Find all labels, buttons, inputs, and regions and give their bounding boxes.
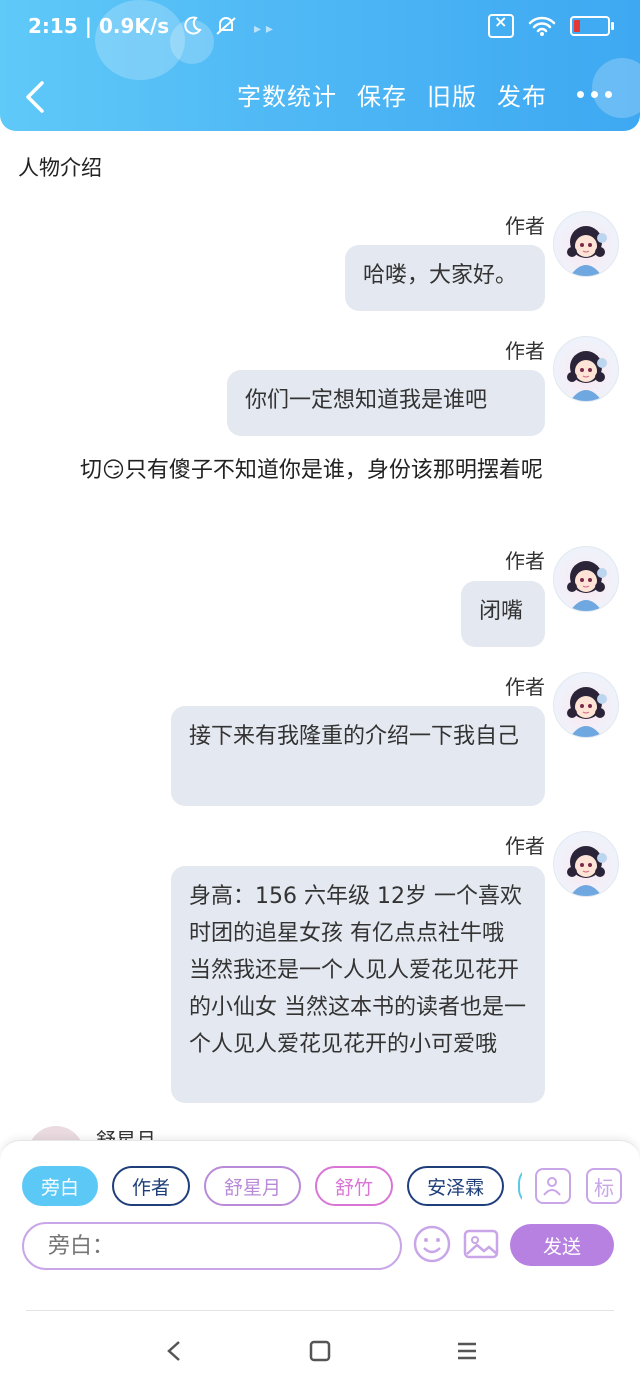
chip-more[interactable] bbox=[518, 1166, 522, 1206]
girl-avatar-icon bbox=[567, 226, 607, 276]
message-author: 作者 bbox=[505, 675, 545, 699]
app-header: 2:15 | 0.9K/s ▸ ▸ 字数统计 保存 旧版 发布 bbox=[0, 0, 640, 131]
chevron-left-icon[interactable] bbox=[22, 79, 50, 115]
status-left: 2:15 | 0.9K/s ▸ ▸ bbox=[28, 14, 273, 38]
sim-off-icon bbox=[488, 12, 514, 38]
publish-button[interactable]: 发布 bbox=[497, 77, 547, 112]
chip-an-zelin[interactable]: 安泽霖 bbox=[407, 1166, 505, 1206]
girl-avatar-icon bbox=[567, 846, 607, 896]
back-triangle-icon[interactable] bbox=[158, 1334, 192, 1368]
wifi-icon bbox=[528, 16, 556, 36]
message-author: 作者 bbox=[505, 834, 545, 858]
chip-narration[interactable]: 旁白 bbox=[22, 1166, 99, 1206]
moon-icon bbox=[184, 16, 202, 35]
chip-author[interactable]: 作者 bbox=[112, 1166, 191, 1206]
send-button[interactable]: 发送 bbox=[510, 1224, 614, 1266]
old-version-button[interactable]: 旧版 bbox=[427, 77, 477, 112]
time-and-speed: 2:15 | 0.9K/s bbox=[28, 14, 170, 38]
section-title: 人物介绍 bbox=[18, 156, 102, 180]
header-nav: 字数统计 保存 旧版 发布 bbox=[0, 75, 640, 120]
message-input[interactable] bbox=[22, 1222, 402, 1270]
message-bubble: 闭嘴 bbox=[461, 581, 545, 647]
person-icon bbox=[543, 1177, 561, 1196]
chip-shu-zhu[interactable]: 舒竹 bbox=[315, 1166, 394, 1206]
girl-avatar-icon bbox=[567, 561, 607, 611]
character-manage-icon[interactable] bbox=[535, 1168, 571, 1204]
home-square-icon[interactable] bbox=[303, 1334, 337, 1368]
emoji-icon[interactable] bbox=[412, 1224, 452, 1264]
author-avatar[interactable] bbox=[553, 211, 619, 277]
message-author: 作者 bbox=[505, 549, 545, 573]
mute-icon bbox=[216, 17, 236, 35]
message-bubble: 你们一定想知道我是谁吧 bbox=[227, 370, 545, 436]
save-button[interactable]: 保存 bbox=[357, 77, 407, 112]
word-count-button[interactable]: 字数统计 bbox=[237, 77, 337, 112]
author-avatar[interactable] bbox=[553, 831, 619, 897]
author-avatar[interactable] bbox=[553, 336, 619, 402]
character-name: 舒星月 bbox=[96, 1128, 156, 1140]
battery-low-icon bbox=[570, 16, 614, 36]
role-chips: 旁白 作者 舒星月 舒竹 安泽霖 bbox=[22, 1166, 522, 1208]
author-avatar[interactable] bbox=[553, 672, 619, 738]
girl-avatar-icon bbox=[567, 351, 607, 401]
message-bubble: 身高：156 六年级 12岁 一个喜欢时团的追星女孩 有亿点点社牛哦 当然我还是… bbox=[171, 866, 545, 1103]
divider bbox=[26, 1310, 614, 1311]
signal-dots-icon: ▸ ▸ bbox=[254, 21, 273, 37]
more-dots-icon[interactable] bbox=[577, 91, 612, 98]
system-nav-bar bbox=[0, 1312, 640, 1387]
tag-button[interactable]: 标 bbox=[586, 1168, 622, 1204]
menu-lines-icon[interactable] bbox=[450, 1334, 484, 1368]
girl-avatar-icon bbox=[567, 687, 607, 737]
image-icon[interactable] bbox=[461, 1224, 501, 1264]
narration-text: 切😏只有傻子不知道你是谁，身份该那明摆着呢 bbox=[80, 458, 543, 483]
chip-shu-xingyue[interactable]: 舒星月 bbox=[204, 1166, 302, 1206]
message-bubble: 接下来有我隆重的介绍一下我自己 bbox=[171, 706, 545, 806]
message-bubble: 哈喽，大家好。 bbox=[345, 245, 545, 311]
status-icons bbox=[488, 12, 614, 38]
status-bar: 2:15 | 0.9K/s ▸ ▸ bbox=[0, 0, 640, 60]
message-author: 作者 bbox=[505, 339, 545, 363]
header-actions: 字数统计 保存 旧版 发布 bbox=[237, 77, 612, 112]
message-author: 作者 bbox=[505, 214, 545, 238]
author-avatar[interactable] bbox=[553, 546, 619, 612]
